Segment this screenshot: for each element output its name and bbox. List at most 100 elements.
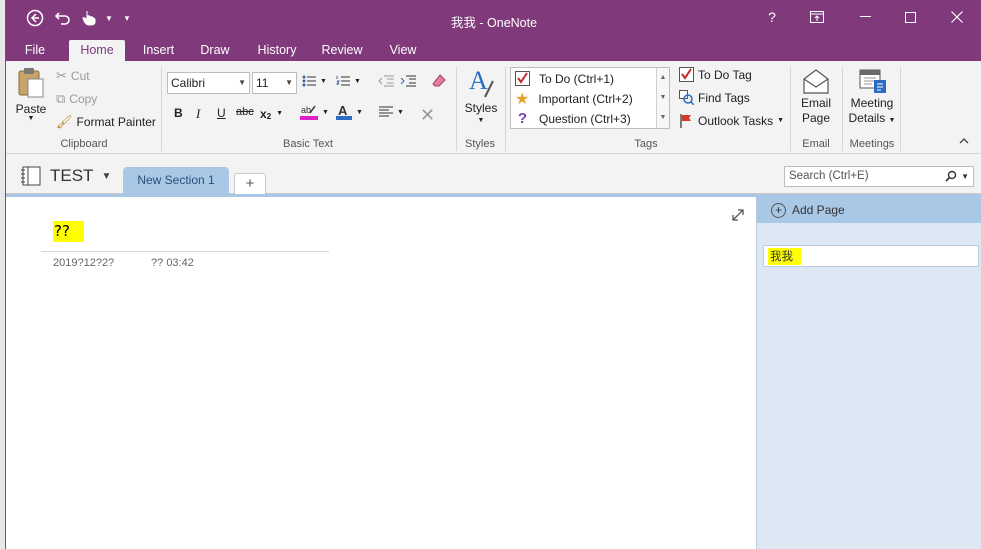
- font-size-value: 11: [256, 76, 269, 90]
- meeting-details-label: Details: [848, 111, 886, 125]
- page-time-value: 03:42: [166, 257, 194, 269]
- svg-text:A: A: [338, 104, 348, 118]
- search-scope-dropdown-icon[interactable]: ▼: [961, 167, 969, 186]
- search-icon[interactable]: [945, 167, 957, 182]
- cut-button[interactable]: ✂ Cut: [56, 68, 90, 84]
- todo-tag-label: To Do Tag: [698, 67, 752, 82]
- font-family-select[interactable]: Calibri ▼: [167, 72, 250, 94]
- subscript-label: x: [260, 106, 267, 121]
- add-section-button[interactable]: +: [234, 173, 266, 194]
- group-divider: [900, 67, 901, 151]
- numbering-dropdown-icon: ▼: [354, 77, 361, 85]
- page-list-pane: + Add Page 我我: [756, 197, 981, 549]
- page-date: 2019?12?2?: [53, 257, 115, 269]
- add-page-button[interactable]: + Add Page: [757, 197, 981, 223]
- font-color-icon: A: [336, 104, 352, 120]
- onenote-window: ▼ ▾ 我我 - OneNote ? File Home Insert Draw…: [5, 0, 981, 549]
- tag-important-label: Important (Ctrl+2): [538, 91, 633, 106]
- todo-tag-button[interactable]: To Do Tag: [679, 67, 752, 82]
- tag-important[interactable]: ★ Important (Ctrl+2): [515, 89, 633, 108]
- page-time: ?? 03:42: [151, 257, 194, 269]
- notebook-icon: [21, 166, 41, 186]
- delete-icon[interactable]: ✕: [420, 105, 435, 126]
- outlook-tasks-dropdown-icon: ▼: [777, 117, 785, 124]
- underline-button[interactable]: U: [217, 106, 226, 120]
- subscript-dropdown-icon: ▼: [276, 110, 284, 117]
- gallery-more-icon[interactable]: ▼: [657, 108, 669, 128]
- tab-view[interactable]: View: [383, 40, 423, 61]
- help-button[interactable]: ?: [758, 6, 786, 28]
- tab-history[interactable]: History: [251, 40, 303, 61]
- tag-question[interactable]: ? Question (Ctrl+3): [515, 109, 631, 128]
- basic-text-group-label: Basic Text: [283, 138, 333, 150]
- paste-button[interactable]: Paste ▼: [14, 67, 48, 122]
- decrease-indent-button[interactable]: [378, 75, 394, 87]
- tab-review[interactable]: Review: [317, 40, 367, 61]
- highlight-color-button[interactable]: ab ▼: [300, 104, 329, 120]
- page-list-item[interactable]: 我我: [763, 245, 979, 267]
- italic-button[interactable]: I: [196, 106, 200, 122]
- outlook-tasks-button[interactable]: Outlook Tasks ▼: [679, 113, 784, 128]
- meetings-group-label: Meetings: [849, 138, 895, 150]
- font-dropdown-icon: ▼: [238, 78, 246, 87]
- search-input[interactable]: Search (Ctrl+E) ▼: [784, 166, 974, 187]
- page-list-item-label: 我我: [768, 248, 801, 265]
- styles-button[interactable]: A Styles ▼: [464, 67, 498, 124]
- font-family-value: Calibri: [171, 76, 206, 90]
- decrease-indent-icon: [378, 75, 394, 87]
- notebook-selector[interactable]: TEST ▼: [20, 166, 111, 186]
- page-title[interactable]: ??: [53, 221, 84, 242]
- ribbon-display-options-icon[interactable]: [803, 6, 831, 28]
- paste-dropdown-icon[interactable]: ▼: [28, 115, 35, 122]
- checkbox-icon: [679, 67, 694, 82]
- tab-draw[interactable]: Draw: [194, 40, 236, 61]
- tab-home[interactable]: Home: [69, 40, 125, 61]
- minimize-icon[interactable]: [851, 6, 879, 28]
- star-icon: ★: [515, 90, 530, 108]
- email-page-button[interactable]: Email Page: [796, 67, 836, 125]
- find-tags-icon: [679, 90, 694, 105]
- eraser-icon: [432, 74, 446, 87]
- add-circle-icon: +: [771, 202, 786, 218]
- align-left-icon: [379, 106, 393, 117]
- tab-insert[interactable]: Insert: [136, 40, 181, 61]
- subscript-button[interactable]: x 2 ▼: [260, 106, 284, 122]
- ribbon-home: Paste ▼ ✂ Cut ⧉ Copy 🖌 Format Painter Cl…: [6, 61, 981, 154]
- page-canvas[interactable]: ?? 2019?12?2? ?? 03:42: [6, 197, 756, 549]
- bullets-button[interactable]: ▼: [302, 75, 327, 87]
- increase-indent-button[interactable]: [400, 75, 416, 87]
- increase-indent-icon: [400, 75, 416, 87]
- meeting-details-button[interactable]: Meeting Details ▼: [846, 67, 898, 125]
- flag-icon: [680, 114, 691, 128]
- numbering-button[interactable]: ▼: [336, 75, 361, 87]
- tag-todo[interactable]: To Do (Ctrl+1): [515, 69, 614, 88]
- close-icon[interactable]: [943, 6, 971, 28]
- tags-gallery-scrollbar[interactable]: ▲ ▼ ▼: [656, 68, 669, 128]
- tab-file[interactable]: File: [15, 40, 55, 61]
- font-size-select[interactable]: 11 ▼: [252, 72, 297, 94]
- email-group-label: Email: [802, 138, 830, 150]
- scroll-down-icon[interactable]: ▼: [657, 88, 669, 108]
- highlighter-icon: ab: [300, 105, 318, 120]
- numbering-icon: [336, 76, 350, 86]
- format-painter-button[interactable]: 🖌 Format Painter: [56, 114, 156, 130]
- find-tags-button[interactable]: Find Tags: [679, 90, 750, 105]
- styles-dropdown-icon: ▼: [477, 117, 485, 124]
- section-tab[interactable]: New Section 1: [123, 167, 229, 194]
- paragraph-alignment-button[interactable]: ▼: [379, 106, 404, 118]
- styles-label: Styles: [464, 101, 498, 115]
- meeting-label-line1: Meeting: [850, 96, 894, 110]
- collapse-ribbon-icon[interactable]: [959, 138, 969, 144]
- font-color-button[interactable]: A ▼: [336, 104, 363, 120]
- meeting-dropdown-icon: ▼: [888, 117, 896, 124]
- copy-button[interactable]: ⧉ Copy: [56, 91, 97, 107]
- clear-formatting-button[interactable]: [432, 74, 446, 88]
- maximize-icon[interactable]: [896, 6, 924, 28]
- checkbox-icon: [515, 71, 530, 86]
- paste-icon: [18, 68, 44, 98]
- full-page-view-icon[interactable]: [732, 209, 744, 221]
- scroll-up-icon[interactable]: ▲: [657, 68, 669, 88]
- strikethrough-button[interactable]: abc: [236, 106, 254, 118]
- cut-label: Cut: [70, 69, 90, 83]
- bold-button[interactable]: B: [174, 106, 183, 120]
